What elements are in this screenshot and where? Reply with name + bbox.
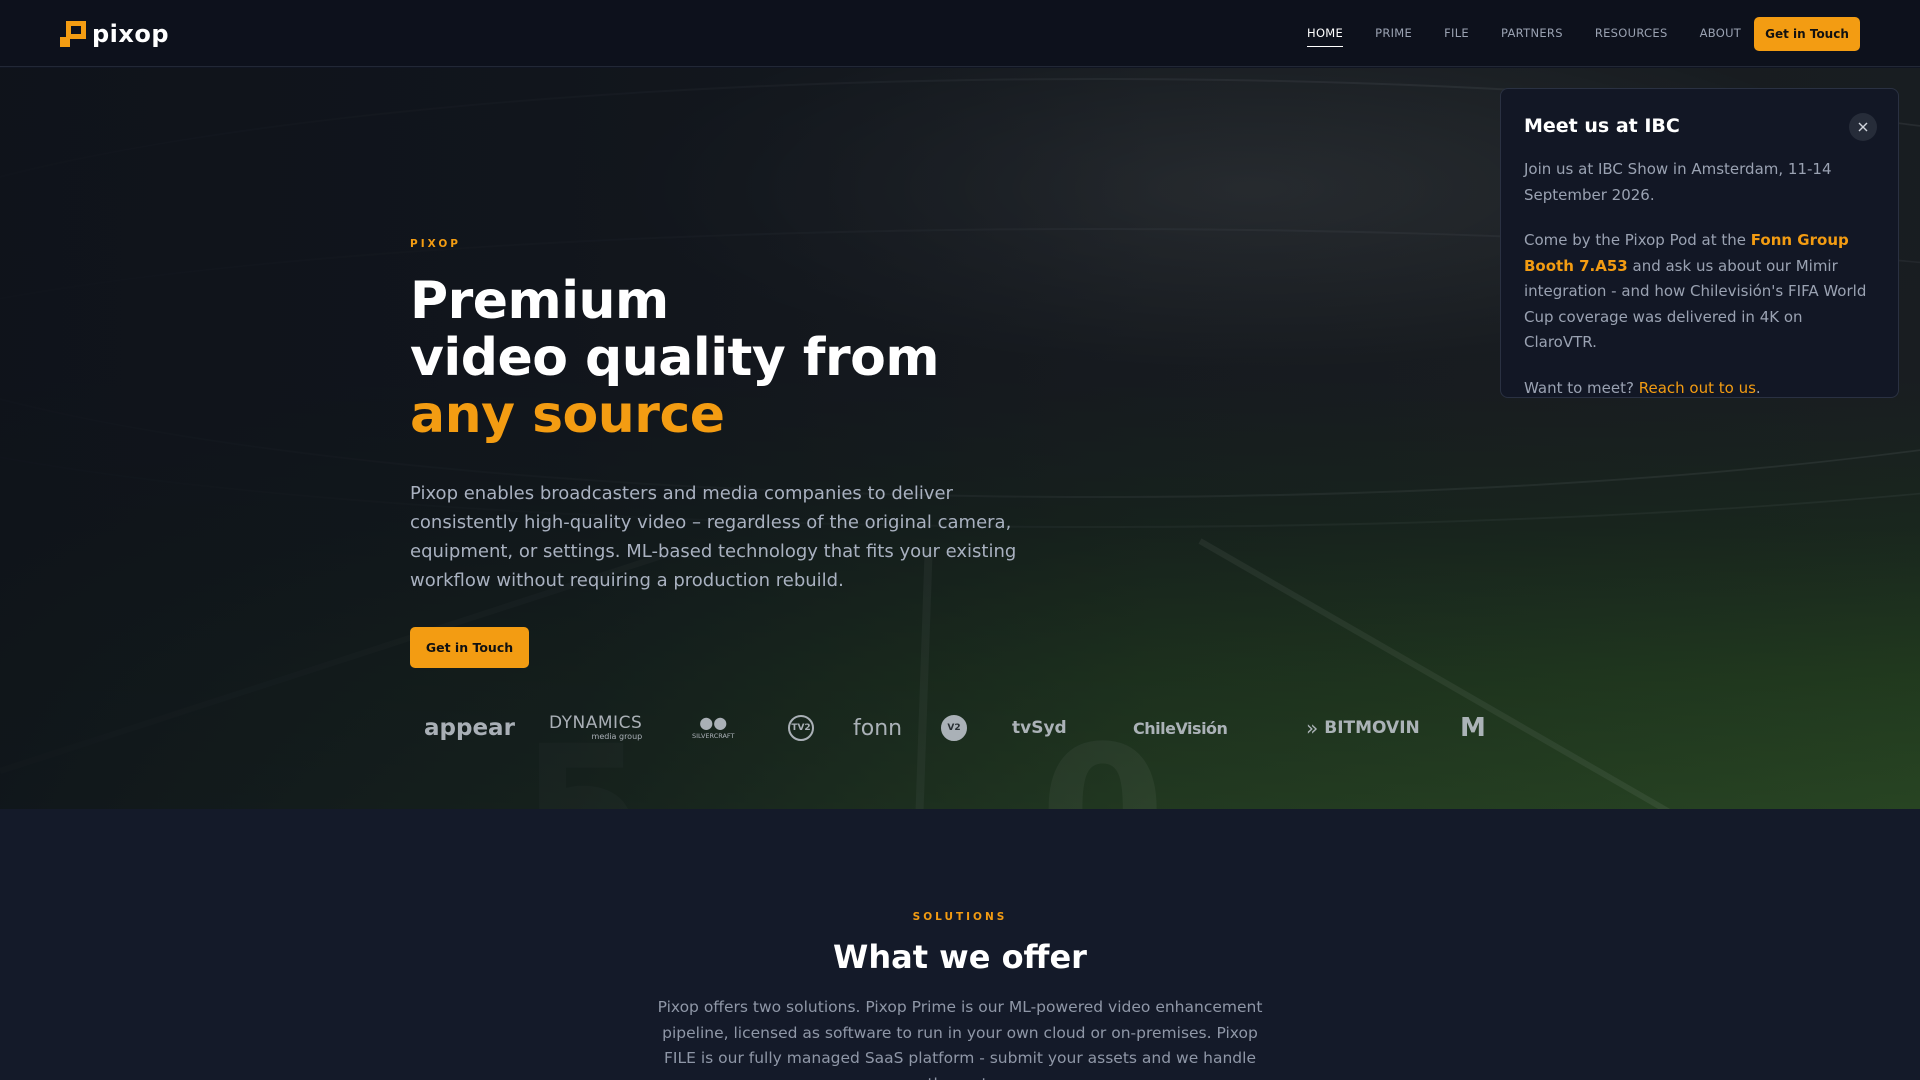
popup-close-button[interactable] (1849, 113, 1877, 141)
hero-eyebrow: PIXOP (410, 238, 461, 250)
client-logo-fonn: fonn (853, 715, 903, 741)
nav-link-about[interactable]: ABOUT (1700, 26, 1742, 47)
pixop-logo-icon (60, 21, 86, 47)
nav-link-home[interactable]: HOME (1307, 26, 1344, 47)
client-logo-tv2: TV2 (788, 708, 814, 748)
nav-links: HOME PRIME FILE PARTNERS RESOURCES ABOUT (1307, 26, 1741, 47)
solutions-title: What we offer (833, 938, 1087, 976)
headline-accent: any source (410, 385, 725, 445)
hero-description: Pixop enables broadcasters and media com… (410, 483, 1017, 591)
client-logo-chilevision: ChileVisión (1133, 718, 1228, 738)
solutions-section: SOLUTIONS What we offer Pixop offers two… (0, 809, 1920, 1080)
nav-get-in-touch-button[interactable]: Get in Touch (1754, 17, 1860, 51)
popup-title: Meet us at IBC (1524, 115, 1680, 137)
headline-line-1: Premium (410, 271, 669, 331)
nav-link-prime[interactable]: PRIME (1375, 26, 1412, 47)
top-navigation: pixop HOME PRIME FILE PARTNERS RESOURCES… (0, 0, 1920, 67)
popup-body: Join us at IBC Show in Amsterdam, 11-14 … (1524, 157, 1879, 421)
headline-line-2: video quality from (410, 328, 940, 388)
client-logo-appear: appear (424, 715, 515, 741)
client-logo-dynamics: DYNAMICS media group (549, 713, 643, 742)
hero-get-in-touch-button[interactable]: Get in Touch (410, 627, 529, 668)
nav-link-partners[interactable]: PARTNERS (1501, 26, 1563, 47)
solutions-description: Pixop offers two solutions. Pixop Prime … (657, 998, 1263, 1080)
popup-paragraph: Come by the Pixop Pod at the Fonn Group … (1524, 231, 1867, 351)
client-logo-silvercraft: ●● SILVERCRAFT (692, 713, 735, 741)
hero-headline: Premium video quality from any source (410, 271, 940, 445)
client-logo-v2: V2 (941, 708, 967, 748)
client-logo-tvsyd: tvSyd (1012, 718, 1067, 738)
client-logo-bitmovin: » BITMOVIN (1306, 716, 1420, 740)
nav-link-file[interactable]: FILE (1444, 26, 1469, 47)
client-logos: appear DYNAMICS media group ●● SILVERCRA… (410, 708, 1510, 748)
brand-name: pixop (92, 20, 170, 48)
nav-link-resources[interactable]: RESOURCES (1595, 26, 1668, 47)
bitmovin-arrow-icon: » (1306, 716, 1319, 740)
ibc-announcement-popup: Meet us at IBC Join us at IBC Show in Am… (1500, 88, 1899, 398)
popup-paragraph: Want to meet? Reach out to us. (1524, 378, 1761, 397)
close-icon (1858, 122, 1868, 132)
brand-logo[interactable]: pixop (60, 20, 169, 48)
client-logo-m: M (1460, 713, 1486, 743)
popup-paragraph: Join us at IBC Show in Amsterdam, 11-14 … (1524, 160, 1832, 204)
solutions-eyebrow: SOLUTIONS (912, 911, 1008, 923)
reach-out-link[interactable]: Reach out to us (1639, 379, 1756, 397)
